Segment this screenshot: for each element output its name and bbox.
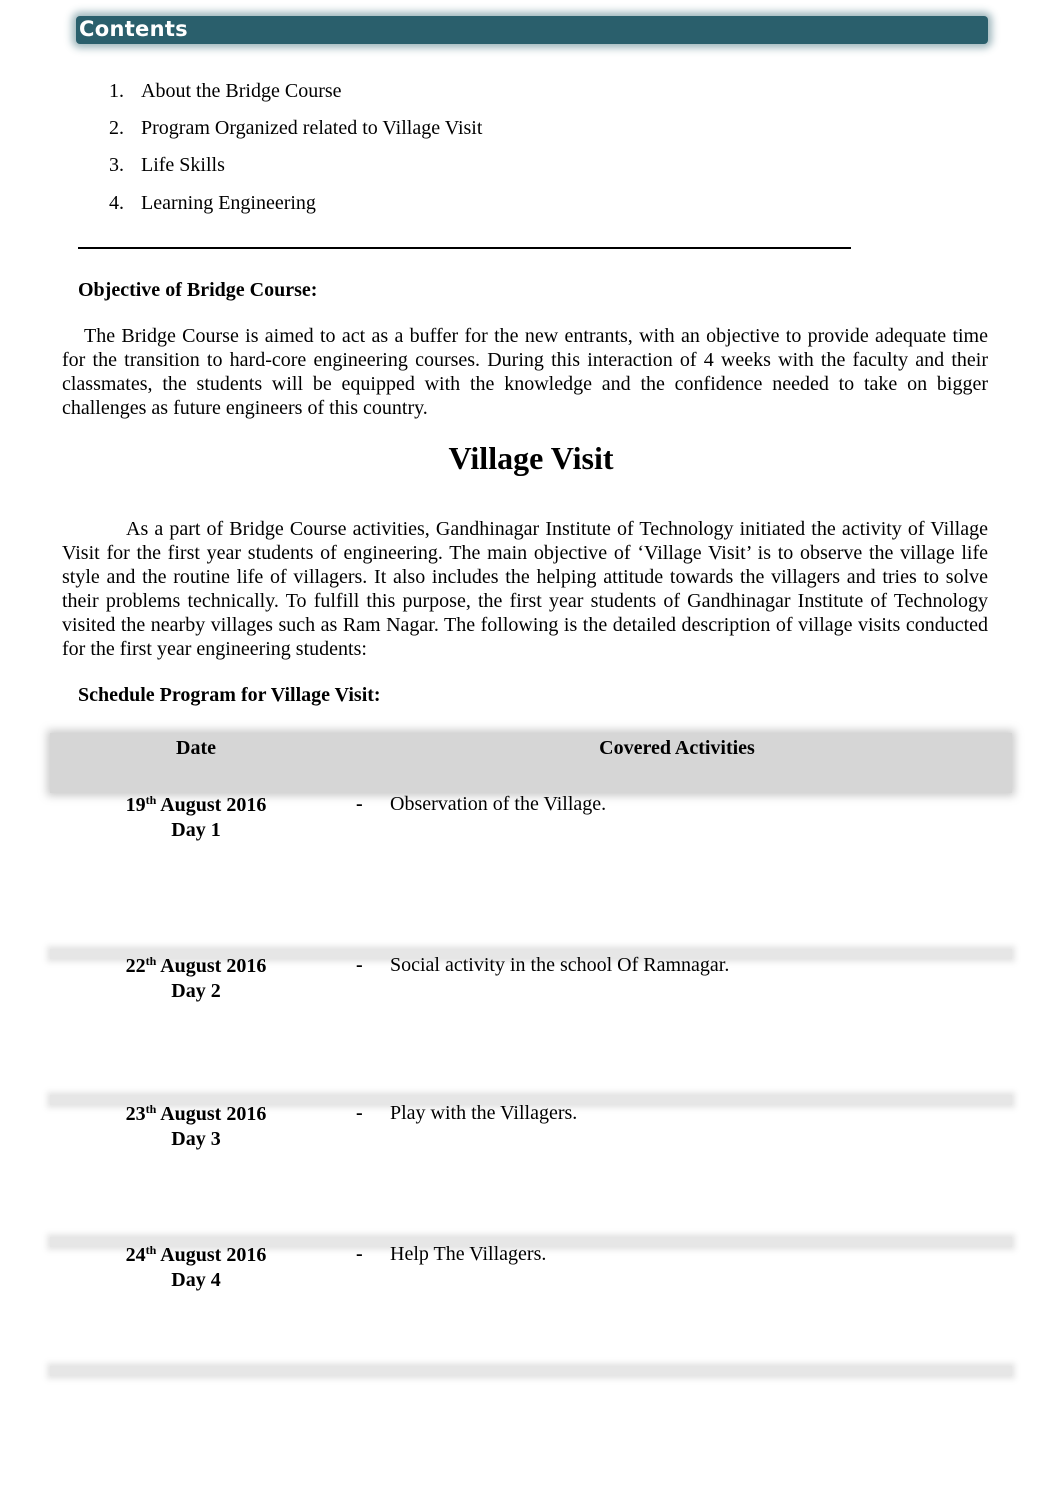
day-label: Day 1	[171, 819, 221, 841]
column-header-activities: Covered Activities	[599, 737, 755, 759]
bullet-dash: -	[356, 793, 363, 815]
date-ordinal-suffix: th	[145, 1243, 157, 1257]
date-day-number: 23	[125, 1103, 146, 1125]
activity-text: Play with the Villagers.	[390, 1102, 578, 1124]
date-ordinal-suffix: th	[145, 1102, 157, 1116]
activity-text: Observation of the Village.	[390, 793, 607, 815]
day-label: Day 4	[171, 1269, 221, 1291]
toc-item-label: Life Skills	[141, 154, 225, 176]
date-ordinal-suffix: th	[145, 793, 157, 807]
toc-item-label: Learning Engineering	[141, 192, 316, 214]
column-header-date: Date	[176, 737, 216, 759]
date-text: 19th August 2016	[50, 793, 342, 818]
schedule-heading: Schedule Program for Village Visit:	[78, 684, 381, 706]
date-cell: 23th August 2016 Day 3	[50, 1102, 342, 1152]
toc-item-number: 4.	[109, 192, 124, 214]
toc-item-label: Program Organized related to Village Vis…	[141, 117, 483, 139]
contents-header-bar: Contents	[76, 16, 988, 44]
bullet-dash: -	[356, 1243, 363, 1265]
day-label: Day 3	[171, 1128, 221, 1150]
date-text: 23th August 2016	[50, 1102, 342, 1127]
toc-item-label: About the Bridge Course	[141, 80, 342, 102]
contents-title: Contents	[79, 17, 188, 41]
bullet-dash: -	[356, 954, 363, 976]
date-cell: 24th August 2016 Day 4	[50, 1243, 342, 1293]
objective-text: The Bridge Course is aimed to act as a b…	[62, 325, 988, 419]
row-divider	[50, 1366, 1012, 1376]
village-visit-title: Village Visit	[448, 440, 614, 476]
activity-text: Social activity in the school Of Ramnaga…	[390, 954, 730, 976]
date-month-year: August 2016	[156, 794, 267, 816]
objective-paragraph: The Bridge Course is aimed to act as a b…	[62, 324, 988, 420]
date-month-year: August 2016	[156, 955, 267, 977]
activity-text: Help The Villagers.	[390, 1243, 547, 1265]
date-month-year: August 2016	[156, 1103, 267, 1125]
date-text: 22th August 2016	[50, 954, 342, 979]
day-label: Day 2	[171, 980, 221, 1002]
toc-item-number: 3.	[109, 154, 124, 176]
objective-heading: Objective of Bridge Course:	[78, 279, 318, 301]
date-ordinal-suffix: th	[145, 954, 157, 968]
horizontal-divider	[78, 247, 851, 249]
date-month-year: August 2016	[156, 1244, 267, 1266]
village-visit-paragraph: As a part of Bridge Course activities, G…	[62, 517, 988, 661]
toc-item-number: 1.	[109, 80, 124, 102]
date-cell: 22th August 2016 Day 2	[50, 954, 342, 1004]
date-day-number: 19	[125, 794, 146, 816]
date-day-number: 24	[125, 1244, 146, 1266]
date-cell: 19th August 2016 Day 1	[50, 793, 342, 843]
bullet-dash: -	[356, 1102, 363, 1124]
date-text: 24th August 2016	[50, 1243, 342, 1268]
date-day-number: 22	[125, 955, 146, 977]
table-header: Date Covered Activities	[50, 733, 1012, 793]
village-visit-text: As a part of Bridge Course activities, G…	[62, 518, 988, 660]
toc-item-number: 2.	[109, 117, 124, 139]
